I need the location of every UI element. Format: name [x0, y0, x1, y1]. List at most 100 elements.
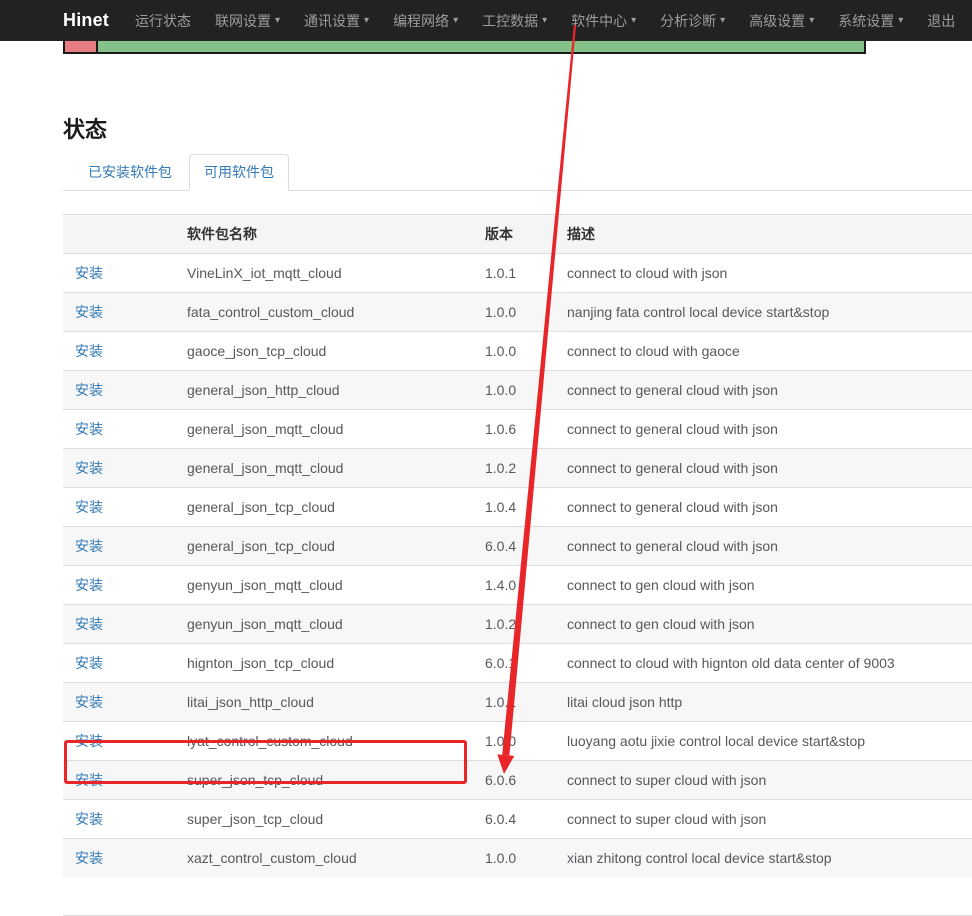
install-link[interactable]: 安装 [75, 850, 103, 866]
table-row: 安装fata_control_custom_cloud1.0.0nanjing … [63, 293, 972, 332]
package-version: 6.0.1 [473, 644, 555, 683]
tab-installed-packages[interactable]: 已安装软件包 [73, 154, 187, 191]
col-header-description: 描述 [555, 215, 972, 254]
tabs: 已安装软件包可用软件包 [63, 154, 972, 191]
nav-item-label: 高级设置 [749, 11, 805, 31]
package-version: 1.0.0 [473, 839, 555, 878]
chevron-down-icon: ▾ [542, 15, 547, 26]
package-name: xazt_control_custom_cloud [175, 839, 473, 878]
col-header-name: 软件包名称 [175, 215, 473, 254]
nav-item[interactable]: 编程网络 ▾ [381, 0, 470, 41]
main-content: 状态 已安装软件包可用软件包 软件包名称 版本 描述 安装 VineLinX_io… [63, 41, 972, 916]
package-description: connect to general cloud with json [555, 371, 972, 410]
brand-logo[interactable]: Hinet [0, 10, 123, 31]
nav-item-label: 退出 [927, 11, 955, 31]
table-row: 安装general_json_tcp_cloud6.0.4connect to … [63, 527, 972, 566]
install-link[interactable]: 安装 [75, 460, 103, 476]
package-name: super_json_tcp_cloud [175, 800, 473, 839]
nav-item[interactable]: 工控数据▾ [470, 0, 559, 41]
package-name: litai_json_http_cloud [175, 683, 473, 722]
package-version: 1.0.0 [473, 293, 555, 332]
install-link[interactable]: 安装 [75, 655, 103, 671]
chevron-down-icon: ▾ [898, 15, 903, 26]
chevron-down-icon: ▾ [275, 15, 280, 26]
package-name: gaoce_json_tcp_cloud [175, 332, 473, 371]
package-description: connect to super cloud with json [555, 800, 972, 839]
package-version: 1.4.0 [473, 566, 555, 605]
install-link[interactable]: 安装 [75, 811, 103, 827]
package-description: connect to cloud with gaoce [555, 332, 972, 371]
nav-item-label: 软件中心 [571, 11, 627, 31]
package-description: litai cloud json http [555, 683, 972, 722]
package-description: connect to general cloud with json [555, 410, 972, 449]
table-header-row: 软件包名称 版本 描述 [63, 215, 972, 254]
install-link[interactable]: 安装 [75, 577, 103, 593]
table-row: 安装 gaoce_json_tcp_cloud1.0.0connect to cl… [63, 332, 972, 371]
table-row: 安装 general_json_mqtt_cloud1.0.6connect to… [63, 410, 972, 449]
package-version: 6.0.4 [473, 527, 555, 566]
tab-available-packages[interactable]: 可用软件包 [189, 154, 289, 191]
install-link[interactable]: 安装 [75, 538, 103, 554]
package-version: 1.0.0 [473, 722, 555, 761]
install-link[interactable]: 安装 [75, 694, 103, 710]
package-version: 1.0.0 [473, 332, 555, 371]
table-row: 安装 xazt_control_custom_cloud1.0.0xian zhi… [63, 839, 972, 878]
package-description: connect to general cloud with json [555, 488, 972, 527]
table-row: 安装litai_json_http_cloud1.0.1litai cloud … [63, 683, 972, 722]
package-name: general_json_http_cloud [175, 371, 473, 410]
table-row: 安装 VineLinX_iot_mqtt_cloud1.0.1connect to… [63, 254, 972, 293]
package-description: connect to cloud with json [555, 254, 972, 293]
package-description: connect to super cloud with json [555, 761, 972, 800]
package-version: 1.0.2 [473, 605, 555, 644]
nav-item[interactable]: 高级设置 ▾ [737, 0, 826, 41]
table-row: 安装general_json_mqtt_cloud1.0.2connect to… [63, 449, 972, 488]
package-description: connect to cloud with hignton old data c… [555, 644, 972, 683]
package-name: hignton_json_tcp_cloud [175, 644, 473, 683]
nav-item[interactable]: 通讯设置▾ [292, 0, 381, 41]
table-row: 安装 genyun_json_mqtt_cloud1.0.2connect to … [63, 605, 972, 644]
nav-item[interactable]: 系统设置▾ [826, 0, 915, 41]
package-name: VineLinX_iot_mqtt_cloud [175, 254, 473, 293]
chevron-down-icon: ▾ [809, 15, 814, 26]
package-version: 1.0.1 [473, 254, 555, 293]
nav-item[interactable]: 退出 [915, 0, 967, 41]
nav-item[interactable]: 联网设置▾ [203, 0, 292, 41]
package-version: 6.0.4 [473, 800, 555, 839]
nav-item-label: 编程网络 [393, 11, 449, 31]
chevron-down-icon: ▾ [720, 15, 725, 26]
package-description: luoyang aotu jixie control local device … [555, 722, 972, 761]
package-name: fata_control_custom_cloud [175, 293, 473, 332]
install-link[interactable]: 安装 [75, 265, 103, 281]
table-row: 安装general_json_tcp_cloud1.0.4connect to … [63, 488, 972, 527]
page-title: 状态 [63, 117, 972, 143]
install-link[interactable]: 安装 [75, 616, 103, 632]
top-navbar: Hinet 运行状态联网设置▾通讯设置▾编程网络▾工控数据▾软件中心▾分析诊断▾… [0, 0, 972, 41]
nav-item[interactable]: 分析诊断 ▾ [648, 0, 737, 41]
package-version: 1.0.6 [473, 410, 555, 449]
install-link[interactable]: 安装 [75, 343, 103, 359]
package-name: general_json_tcp_cloud [175, 488, 473, 527]
chevron-down-icon: ▾ [364, 15, 369, 26]
install-link[interactable]: 安装 [75, 499, 103, 515]
navbar-menu: 运行状态联网设置▾通讯设置▾编程网络▾工控数据▾软件中心▾分析诊断▾高级设置▾系… [123, 0, 967, 41]
package-description: connect to general cloud with json [555, 449, 972, 488]
package-version: 6.0.6 [473, 761, 555, 800]
package-name: general_json_mqtt_cloud [175, 410, 473, 449]
install-link[interactable]: 安装 [75, 382, 103, 398]
annotation-highlight-box [64, 740, 467, 784]
package-description: connect to gen cloud with json [555, 605, 972, 644]
install-link[interactable]: 安装 [75, 304, 103, 320]
chevron-down-icon: ▾ [453, 15, 458, 26]
nav-item-label: 分析诊断 [660, 11, 716, 31]
package-name: genyun_json_mqtt_cloud [175, 566, 473, 605]
package-name: genyun_json_mqtt_cloud [175, 605, 473, 644]
nav-item[interactable]: 软件中心 ▾ [559, 0, 648, 41]
install-link[interactable]: 安装 [75, 421, 103, 437]
package-description: xian zhitong control local device start&… [555, 839, 972, 878]
chevron-down-icon: ▾ [631, 15, 636, 26]
package-version: 1.0.0 [473, 371, 555, 410]
nav-item[interactable]: 运行状态 [123, 0, 203, 41]
table-row: 安装 hignton_json_tcp_cloud6.0.1connect to … [63, 644, 972, 683]
package-description: connect to general cloud with json [555, 527, 972, 566]
table-row: 安装genyun_json_mqtt_cloud1.4.0connect to … [63, 566, 972, 605]
